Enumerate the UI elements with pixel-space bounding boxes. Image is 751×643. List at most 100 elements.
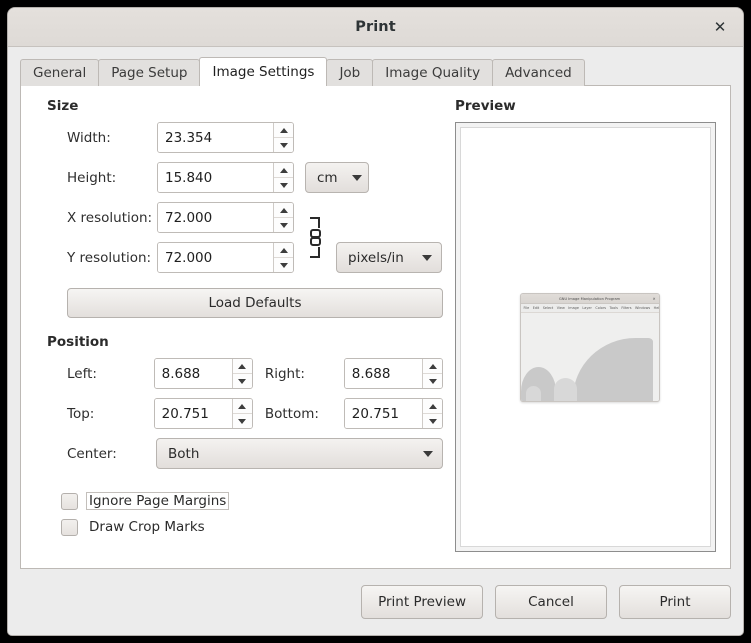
thumbnail-window-title: GNU Image Manipulation Program (559, 297, 620, 301)
y-resolution-label: Y resolution: (35, 250, 157, 266)
size-unit-dropdown[interactable]: cm (305, 162, 369, 193)
width-step-down-icon[interactable] (274, 137, 293, 152)
close-icon[interactable]: ✕ (707, 14, 733, 40)
menu-help: Help (654, 306, 660, 310)
height-row: Height: 15.840 cm (35, 162, 443, 193)
y-resolution-spinner[interactable]: 72.000 (157, 242, 294, 273)
top-bottom-row: Top: 20.751 Bottom: 20.751 (35, 398, 443, 429)
bottom-step-down-icon[interactable] (423, 413, 442, 428)
close-icon: ✕ (653, 297, 656, 301)
print-dialog-window: Print ✕ General Page Setup Image Setting… (8, 8, 743, 635)
top-step-up-icon[interactable] (233, 399, 252, 413)
left-stepper (232, 359, 252, 388)
tab-advanced[interactable]: Advanced (492, 59, 585, 86)
y-resolution-step-down-icon[interactable] (274, 257, 293, 272)
tab-general[interactable]: General (20, 59, 99, 86)
notebook: General Page Setup Image Settings Job Im… (8, 47, 743, 569)
draw-crop-marks-checkbox[interactable]: Draw Crop Marks (61, 514, 443, 540)
height-input[interactable]: 15.840 (158, 163, 273, 192)
menu-tools: Tools (610, 306, 618, 310)
position-section-title: Position (47, 334, 443, 350)
image-settings-panel: Size Width: 23.354 Height: (20, 85, 731, 569)
x-resolution-step-down-icon[interactable] (274, 217, 293, 232)
top-stepper (232, 399, 252, 428)
left-step-up-icon[interactable] (233, 359, 252, 373)
window-title: Print (355, 19, 396, 35)
width-row: Width: 23.354 (35, 122, 443, 153)
height-label: Height: (35, 170, 157, 186)
x-resolution-spinner[interactable]: 72.000 (157, 202, 294, 233)
draw-crop-marks-label: Draw Crop Marks (86, 518, 208, 536)
y-resolution-step-up-icon[interactable] (274, 243, 293, 257)
dialog-action-bar: Print Preview Cancel Print (8, 569, 743, 635)
y-resolution-stepper (273, 243, 293, 272)
width-step-up-icon[interactable] (274, 123, 293, 137)
wilber-eye-left-shape (526, 386, 541, 401)
top-step-down-icon[interactable] (233, 413, 252, 428)
load-defaults-button[interactable]: Load Defaults (67, 288, 443, 318)
top-input[interactable]: 20.751 (155, 399, 232, 428)
chain-link-glyph (310, 229, 321, 246)
resolution-unit-wrap: pixels/in (325, 202, 442, 273)
tab-image-quality[interactable]: Image Quality (372, 59, 493, 86)
bottom-step-up-icon[interactable] (423, 399, 442, 413)
width-label: Width: (35, 130, 157, 146)
resolution-unit-dropdown[interactable]: pixels/in (336, 242, 442, 273)
preview-page[interactable]: GNU Image Manipulation Program ✕ File Ed… (460, 127, 711, 547)
checkbox-box (61, 519, 78, 536)
menu-windows: Windows (635, 306, 650, 310)
right-step-down-icon[interactable] (423, 373, 442, 388)
y-resolution-input[interactable]: 72.000 (158, 243, 273, 272)
menu-filters: Filters (621, 306, 631, 310)
right-input[interactable]: 8.688 (345, 359, 422, 388)
print-preview-button[interactable]: Print Preview (361, 585, 483, 619)
chevron-down-icon (352, 175, 362, 181)
chevron-down-icon (423, 451, 433, 457)
ignore-page-margins-label: Ignore Page Margins (86, 492, 229, 510)
cancel-button[interactable]: Cancel (495, 585, 607, 619)
right-step-up-icon[interactable] (423, 359, 442, 373)
menu-edit: Edit (533, 306, 540, 310)
preview-frame[interactable]: GNU Image Manipulation Program ✕ File Ed… (455, 122, 716, 552)
left-step-down-icon[interactable] (233, 373, 252, 388)
width-spinner[interactable]: 23.354 (157, 122, 294, 153)
bottom-label: Bottom: (253, 406, 344, 422)
resolution-unit-value: pixels/in (348, 250, 404, 266)
right-spinner[interactable]: 8.688 (344, 358, 443, 389)
size-unit-value: cm (317, 170, 338, 186)
height-spinner[interactable]: 15.840 (157, 162, 294, 193)
wilber-eye-right-shape (554, 378, 577, 401)
bottom-spinner[interactable]: 20.751 (344, 398, 443, 429)
height-step-down-icon[interactable] (274, 177, 293, 192)
menu-image: Image (568, 306, 579, 310)
width-input[interactable]: 23.354 (158, 123, 273, 152)
bottom-stepper (422, 399, 442, 428)
chain-link-icon[interactable] (305, 202, 325, 273)
height-step-up-icon[interactable] (274, 163, 293, 177)
right-stepper (422, 359, 442, 388)
ignore-page-margins-checkbox[interactable]: Ignore Page Margins (61, 488, 443, 514)
tab-image-settings[interactable]: Image Settings (199, 57, 327, 86)
left-spinner[interactable]: 8.688 (154, 358, 253, 389)
center-value: Both (168, 446, 199, 462)
tab-job[interactable]: Job (326, 59, 373, 86)
x-resolution-step-up-icon[interactable] (274, 203, 293, 217)
left-input[interactable]: 8.688 (155, 359, 232, 388)
top-spinner[interactable]: 20.751 (154, 398, 253, 429)
x-resolution-input[interactable]: 72.000 (158, 203, 273, 232)
chain-bracket-top (310, 217, 320, 228)
print-button[interactable]: Print (619, 585, 731, 619)
menu-layer: Layer (582, 306, 591, 310)
bottom-input[interactable]: 20.751 (345, 399, 422, 428)
center-dropdown[interactable]: Both (156, 438, 443, 469)
tab-strip: General Page Setup Image Settings Job Im… (20, 58, 731, 86)
menu-colors: Colors (595, 306, 606, 310)
preview-column: Preview GNU Image Manipulation Program ✕… (443, 96, 716, 556)
x-resolution-label: X resolution: (35, 210, 157, 226)
tab-page-setup[interactable]: Page Setup (98, 59, 200, 86)
thumbnail-canvas (521, 313, 659, 401)
menu-view: View (557, 306, 565, 310)
left-right-row: Left: 8.688 Right: 8.688 (35, 358, 443, 389)
resolution-block: X resolution: 72.000 Y resolution: (35, 202, 443, 282)
thumbnail-titlebar: GNU Image Manipulation Program ✕ (521, 294, 659, 304)
